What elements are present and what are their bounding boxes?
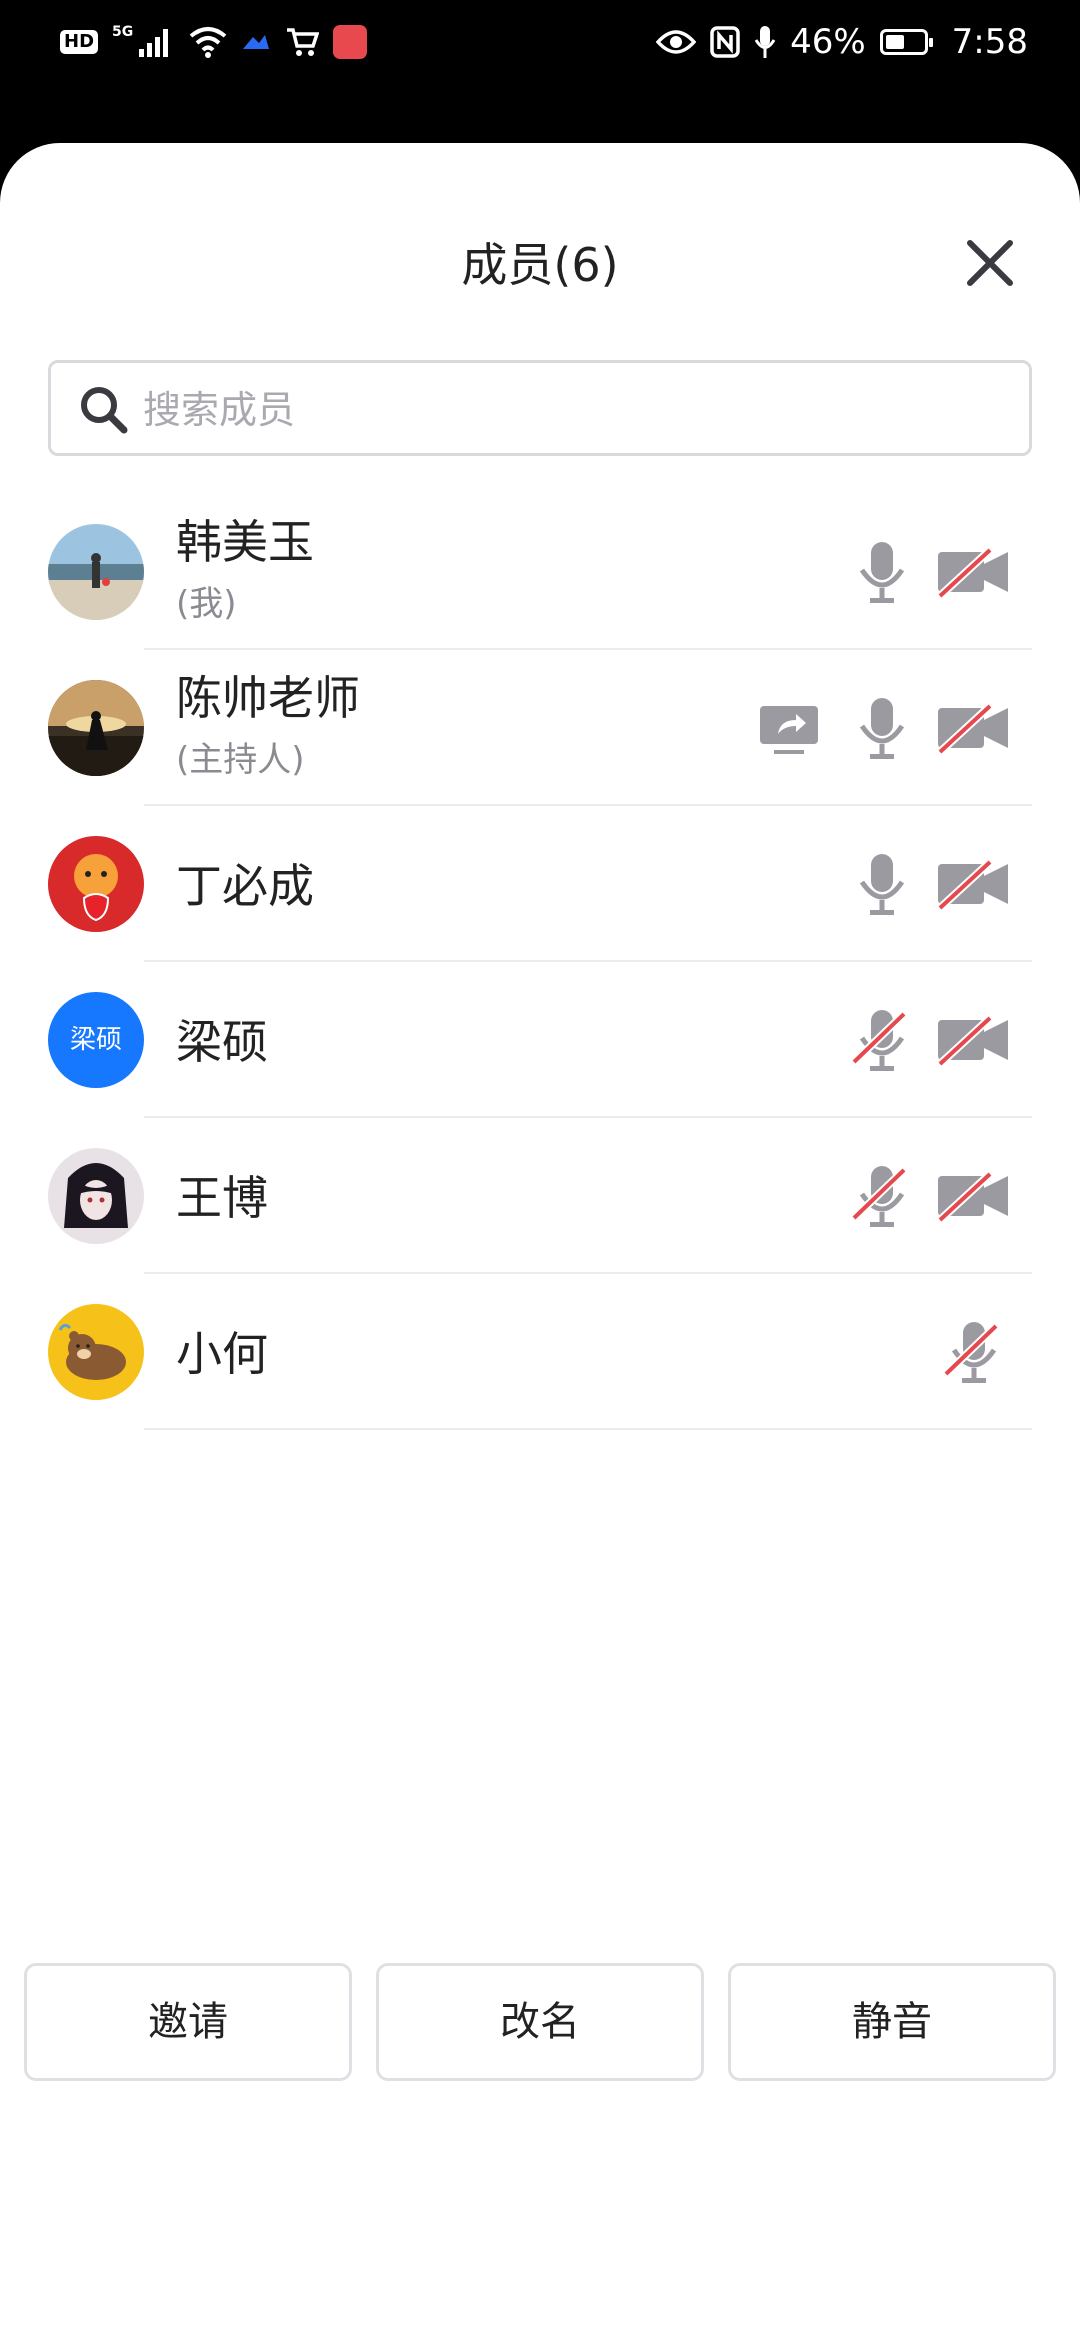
signal-icon: [139, 29, 169, 57]
member-name: 韩美玉: [176, 515, 314, 569]
avatar: [48, 680, 144, 776]
panel-title: 成员(6): [461, 238, 619, 292]
book-app-icon: [333, 25, 368, 59]
member-row[interactable]: 陈帅老师 (主持人): [0, 650, 1080, 806]
member-name: 梁硕: [176, 1015, 268, 1069]
mic-on-icon[interactable]: [844, 534, 920, 610]
camera-off-icon[interactable]: [936, 534, 1012, 610]
member-name: 陈帅老师: [176, 671, 360, 725]
mic-on-icon[interactable]: [844, 690, 920, 766]
search-icon: [81, 387, 128, 434]
camera-off-icon[interactable]: [936, 1002, 1012, 1078]
member-row[interactable]: 梁硕 梁硕: [0, 962, 1080, 1118]
member-name: 丁必成: [176, 859, 314, 913]
avatar: 梁硕: [48, 992, 144, 1088]
search-placeholder: 搜索成员: [143, 388, 296, 432]
search-input[interactable]: 搜索成员: [48, 360, 1032, 456]
member-name: 王博: [176, 1171, 268, 1225]
invite-button[interactable]: 邀请: [24, 1963, 352, 2081]
member-role: (主持人): [176, 740, 305, 780]
camera-off-icon[interactable]: [936, 690, 1012, 766]
5g-label: 5G: [112, 24, 134, 40]
member-row[interactable]: 丁必成: [0, 806, 1080, 962]
hd-icon: HD: [60, 30, 99, 54]
mic-muted-icon[interactable]: [844, 1002, 920, 1078]
row-divider: [144, 1428, 1032, 1430]
wifi-icon: [189, 27, 227, 58]
clock: 7:58: [951, 22, 1028, 62]
member-row[interactable]: 韩美玉 (我): [0, 494, 1080, 650]
battery-icon: [879, 29, 933, 55]
nfc-icon: [710, 26, 740, 58]
eye-icon: [656, 30, 697, 54]
mic-muted-icon[interactable]: [936, 1314, 1012, 1390]
avatar: [48, 1148, 144, 1244]
rename-button[interactable]: 改名: [376, 1963, 704, 2081]
mute-all-button[interactable]: 静音: [728, 1963, 1056, 2081]
member-row[interactable]: 小何: [0, 1274, 1080, 1430]
screen-share-icon[interactable]: [752, 690, 828, 766]
member-role: (我): [176, 584, 237, 624]
camera-off-icon[interactable]: [936, 1158, 1012, 1234]
mic-on-icon[interactable]: [844, 846, 920, 922]
cloud-icon: [243, 35, 270, 49]
cart-icon: [287, 28, 320, 56]
battery-percent: 46%: [790, 22, 866, 62]
avatar: [48, 1304, 144, 1400]
status-bar: HD 5G 46% 7:58: [0, 0, 1080, 82]
members-panel: 成员(6) 搜索成员 韩美玉 (我) 陈帅老师 (主持人) 丁必成 梁硕 梁硕 …: [0, 143, 1080, 2340]
member-name: 小何: [176, 1327, 268, 1381]
member-row[interactable]: 王博: [0, 1118, 1080, 1274]
mic-muted-icon[interactable]: [844, 1158, 920, 1234]
mic-icon: [754, 26, 776, 58]
avatar: [48, 524, 144, 620]
camera-off-icon[interactable]: [936, 846, 1012, 922]
close-icon[interactable]: [960, 233, 1020, 293]
avatar: [48, 836, 144, 932]
